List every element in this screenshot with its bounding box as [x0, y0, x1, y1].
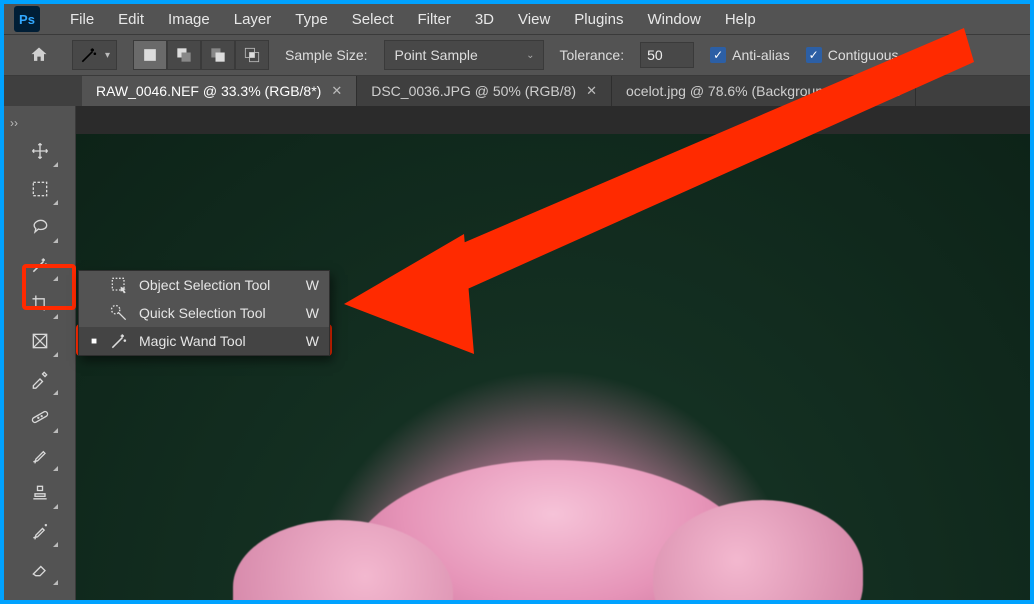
- contiguous-label: Contiguous: [828, 47, 899, 63]
- move-icon: [30, 141, 50, 161]
- flyout-item-shortcut: W: [299, 305, 319, 321]
- eraser-tool[interactable]: [19, 550, 61, 588]
- magic-wand-tool[interactable]: [19, 246, 61, 284]
- image-content: [343, 460, 763, 600]
- flyout-item-quick-selection[interactable]: Quick Selection Tool W: [79, 299, 329, 327]
- selection-mode-group: [133, 40, 269, 70]
- crop-icon: [30, 293, 50, 313]
- menu-edit[interactable]: Edit: [106, 7, 156, 32]
- brush-tool[interactable]: [19, 436, 61, 474]
- move-tool[interactable]: [19, 132, 61, 170]
- history-brush-tool[interactable]: [19, 512, 61, 550]
- menu-plugins[interactable]: Plugins: [562, 7, 635, 32]
- magic-wand-icon: [79, 45, 99, 65]
- contiguous-checkbox[interactable]: ✓ Contiguous: [806, 47, 899, 63]
- stamp-icon: [30, 483, 50, 503]
- document-tab[interactable]: RAW_0046.NEF @ 33.3% (RGB/8*) ✕: [82, 76, 357, 106]
- tolerance-input[interactable]: 50: [640, 42, 694, 68]
- panel-expand-button[interactable]: ››: [4, 114, 24, 132]
- menu-filter[interactable]: Filter: [406, 7, 463, 32]
- marquee-icon: [30, 179, 50, 199]
- selection-intersect-button[interactable]: [235, 40, 269, 70]
- menu-window[interactable]: Window: [635, 7, 712, 32]
- magic-wand-icon: [109, 331, 129, 351]
- tolerance-label: Tolerance:: [560, 47, 625, 63]
- selection-subtract-button[interactable]: [201, 40, 235, 70]
- quick-selection-icon: [109, 303, 129, 323]
- eyedropper-tool[interactable]: [19, 360, 61, 398]
- document-tab[interactable]: DSC_0036.JPG @ 50% (RGB/8) ✕: [357, 76, 612, 106]
- flyout-item-label: Magic Wand Tool: [139, 333, 289, 349]
- healing-brush-tool[interactable]: [19, 398, 61, 436]
- flyout-item-label: Quick Selection Tool: [139, 305, 289, 321]
- menu-layer[interactable]: Layer: [222, 7, 284, 32]
- bandage-icon: [30, 407, 50, 427]
- document-tab-label: ocelot.jpg @ 78.6% (Background copy, RGB: [626, 83, 901, 99]
- check-icon: ✓: [710, 47, 726, 63]
- chevron-down-icon: ⌄: [526, 50, 534, 61]
- chevron-down-icon: ▾: [105, 50, 110, 61]
- eraser-icon: [30, 559, 50, 579]
- check-icon: ✓: [806, 47, 822, 63]
- menu-3d[interactable]: 3D: [463, 7, 506, 32]
- document-tab-bar: RAW_0046.NEF @ 33.3% (RGB/8*) ✕ DSC_0036.…: [4, 76, 1030, 106]
- flyout-item-shortcut: W: [299, 277, 319, 293]
- brush-icon: [30, 445, 50, 465]
- lasso-icon: [30, 217, 50, 237]
- flyout-item-object-selection[interactable]: Object Selection Tool W: [79, 271, 329, 299]
- tolerance-value: 50: [647, 47, 663, 63]
- tool-panel: ››: [4, 106, 76, 600]
- document-canvas[interactable]: [76, 134, 1030, 600]
- sample-size-value: Point Sample: [395, 47, 478, 63]
- app-logo: Ps: [14, 6, 40, 32]
- menu-help[interactable]: Help: [713, 7, 768, 32]
- squares-add-icon: [174, 45, 194, 65]
- squares-intersect-icon: [242, 45, 262, 65]
- menu-select[interactable]: Select: [340, 7, 406, 32]
- eyedropper-icon: [30, 369, 50, 389]
- document-tab-label: DSC_0036.JPG @ 50% (RGB/8): [371, 83, 576, 99]
- antialias-label: Anti-alias: [732, 47, 790, 63]
- flyout-item-magic-wand[interactable]: ■ Magic Wand Tool W: [79, 327, 329, 355]
- document-tab[interactable]: ocelot.jpg @ 78.6% (Background copy, RGB: [612, 76, 916, 106]
- selection-new-button[interactable]: [133, 40, 167, 70]
- flyout-item-label: Object Selection Tool: [139, 277, 289, 293]
- current-tool-indicator[interactable]: ▾: [72, 40, 117, 70]
- menu-view[interactable]: View: [506, 7, 562, 32]
- marquee-tool[interactable]: [19, 170, 61, 208]
- menu-bar: Ps File Edit Image Layer Type Select Fil…: [4, 4, 1030, 34]
- squares-sub-icon: [208, 45, 228, 65]
- close-icon[interactable]: ✕: [586, 83, 597, 99]
- close-icon[interactable]: ✕: [331, 83, 342, 99]
- object-selection-icon: [109, 275, 129, 295]
- square-icon: [140, 45, 160, 65]
- document-tab-label: RAW_0046.NEF @ 33.3% (RGB/8*): [96, 83, 321, 99]
- frame-tool[interactable]: [19, 322, 61, 360]
- home-button[interactable]: [22, 41, 56, 69]
- menu-type[interactable]: Type: [283, 7, 340, 32]
- magic-wand-icon: [30, 255, 50, 275]
- frame-icon: [30, 331, 50, 351]
- menu-image[interactable]: Image: [156, 7, 222, 32]
- options-bar: ▾ Sample Size: Point Sample ⌄ Tolerance:…: [4, 34, 1030, 76]
- flyout-item-shortcut: W: [299, 333, 319, 349]
- menu-file[interactable]: File: [58, 7, 106, 32]
- tool-flyout-menu: Object Selection Tool W Quick Selection …: [78, 270, 330, 356]
- lasso-tool[interactable]: [19, 208, 61, 246]
- history-brush-icon: [30, 521, 50, 541]
- crop-tool[interactable]: [19, 284, 61, 322]
- sample-size-dropdown[interactable]: Point Sample ⌄: [384, 40, 544, 70]
- checkmark-icon: ■: [89, 336, 99, 347]
- sample-size-label: Sample Size:: [285, 47, 367, 63]
- clone-stamp-tool[interactable]: [19, 474, 61, 512]
- selection-add-button[interactable]: [167, 40, 201, 70]
- antialias-checkbox[interactable]: ✓ Anti-alias: [710, 47, 790, 63]
- home-icon: [29, 45, 49, 65]
